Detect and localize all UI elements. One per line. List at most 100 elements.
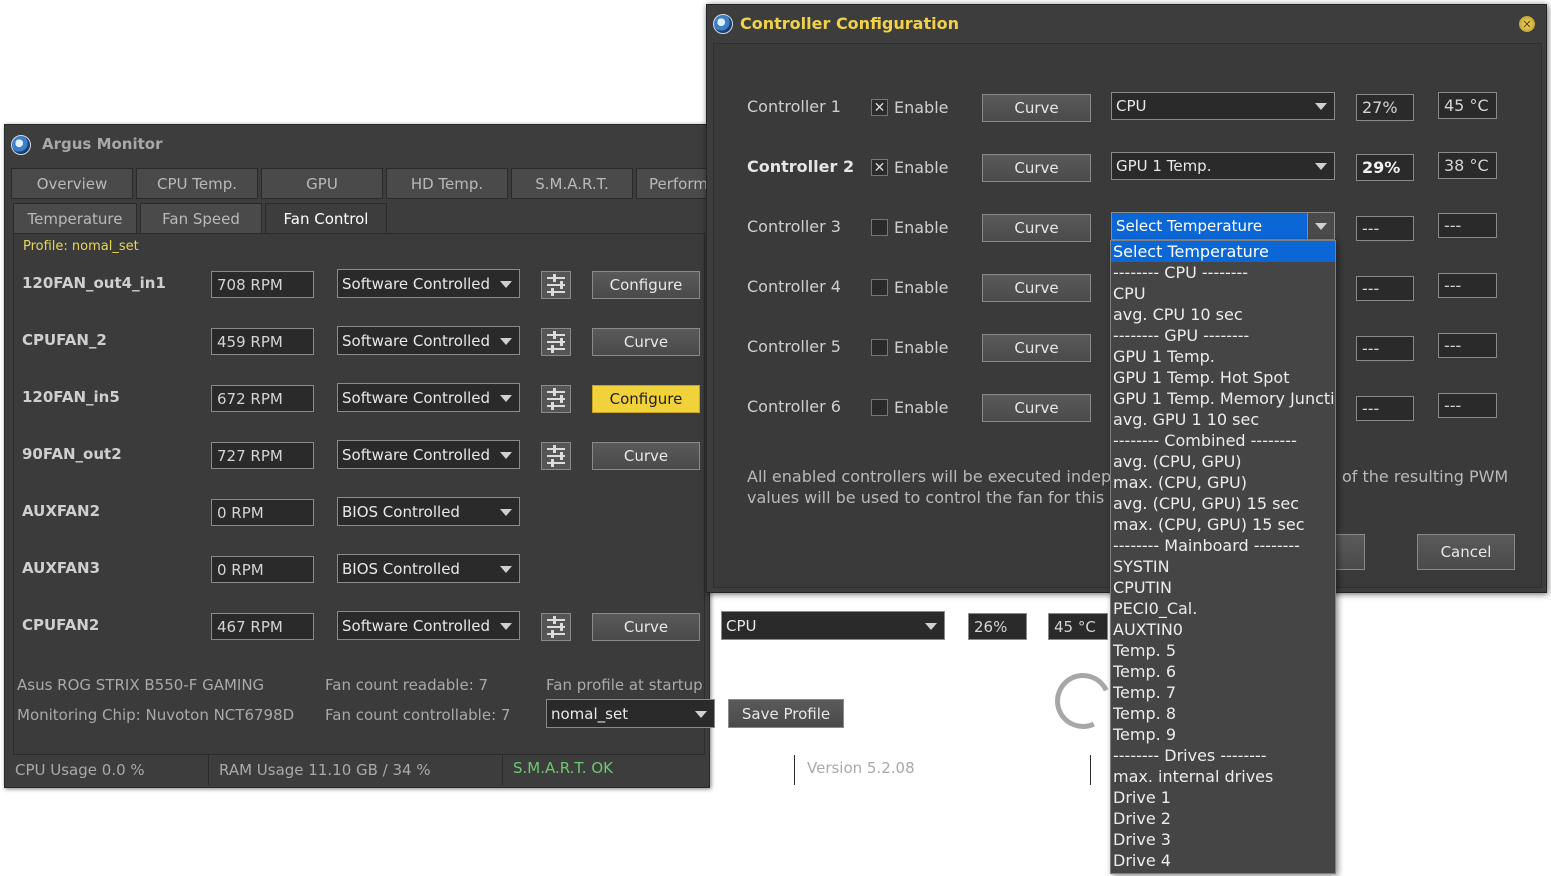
fan-mode-select[interactable]: BIOS Controlled xyxy=(337,554,520,583)
config-window-title: Controller Configuration xyxy=(740,14,959,33)
dropdown-option[interactable]: avg. (CPU, GPU) xyxy=(1111,451,1335,472)
dropdown-option[interactable]: GPU 1 Temp. xyxy=(1111,346,1335,367)
controller-source-value: GPU 1 Temp. xyxy=(1116,157,1212,175)
dropdown-option[interactable]: Temp. 9 xyxy=(1111,724,1335,745)
info-note-line-1: All enabled controllers will be executed… xyxy=(747,467,1142,486)
dropdown-option[interactable]: avg. CPU 10 sec xyxy=(1111,304,1335,325)
fan-mode-select[interactable]: Software Controlled xyxy=(337,383,520,412)
fan-settings-button[interactable] xyxy=(541,328,571,356)
tab-cpu-temp[interactable]: CPU Temp. xyxy=(136,168,258,199)
tab-hd-temp[interactable]: HD Temp. xyxy=(386,168,508,199)
subtab-temperature[interactable]: Temperature xyxy=(13,203,137,234)
dropdown-option[interactable]: CPUTIN xyxy=(1111,577,1335,598)
enable-checkbox-checked[interactable]: ✕ xyxy=(871,99,888,116)
fan-name: 120FAN_out4_in1 xyxy=(22,274,166,292)
fan-mode-value: Software Controlled xyxy=(342,274,491,293)
curve-button[interactable]: Curve xyxy=(982,394,1091,422)
subtab-fan-speed[interactable]: Fan Speed xyxy=(140,203,262,234)
controller-label: Controller 5 xyxy=(747,337,841,356)
cpufan2-source-value: CPU xyxy=(726,616,757,635)
startup-profile-select[interactable]: nomal_set xyxy=(546,699,715,728)
fan-mode-select[interactable]: Software Controlled xyxy=(337,440,520,469)
cancel-button[interactable]: Cancel xyxy=(1417,534,1515,570)
controller-source-select-open[interactable]: Select Temperature xyxy=(1111,212,1335,240)
curve-button[interactable]: Curve xyxy=(982,334,1091,362)
curve-button[interactable]: Curve xyxy=(592,442,700,470)
fan-mode-select[interactable]: Software Controlled xyxy=(337,269,520,298)
dropdown-option[interactable]: AUXTIN0 xyxy=(1111,619,1335,640)
controller-source-select[interactable]: GPU 1 Temp. xyxy=(1111,152,1335,180)
fan-settings-button[interactable] xyxy=(541,613,571,641)
fan-mode-select[interactable]: Software Controlled xyxy=(337,326,520,355)
enable-label: Enable xyxy=(894,338,949,357)
dropdown-option[interactable]: Temp. 8 xyxy=(1111,703,1335,724)
curve-button[interactable]: Curve xyxy=(982,274,1091,302)
controller-label: Controller 3 xyxy=(747,217,841,236)
enable-checkbox[interactable] xyxy=(871,279,888,296)
enable-checkbox[interactable] xyxy=(871,219,888,236)
dropdown-option[interactable]: Drive 1 xyxy=(1111,787,1335,808)
dropdown-option[interactable]: Temp. 6 xyxy=(1111,661,1335,682)
controller-percent: 27% xyxy=(1356,94,1414,121)
dropdown-option[interactable]: Drive 3 xyxy=(1111,829,1335,850)
status-smart-cell: S.M.A.R.T. OK xyxy=(503,755,795,785)
chevron-down-icon xyxy=(500,280,512,288)
dropdown-option[interactable]: max. (CPU, GPU) 15 sec xyxy=(1111,514,1335,535)
controller-temp: --- xyxy=(1438,333,1497,358)
dropdown-option[interactable]: Temp. 7 xyxy=(1111,682,1335,703)
dropdown-option[interactable]: SYSTIN xyxy=(1111,556,1335,577)
dropdown-option[interactable]: Drive 4 xyxy=(1111,850,1335,871)
save-profile-button[interactable]: Save Profile xyxy=(728,699,844,728)
curve-button[interactable]: Curve xyxy=(982,154,1091,182)
curve-button[interactable]: Curve xyxy=(592,328,700,356)
controller-source-select[interactable]: CPU xyxy=(1111,92,1335,120)
enable-checkbox[interactable] xyxy=(871,399,888,416)
fan-settings-button[interactable] xyxy=(541,385,571,413)
fan-settings-button[interactable] xyxy=(541,442,571,470)
dropdown-option[interactable]: max. internal drives xyxy=(1111,766,1335,787)
fan-settings-button[interactable] xyxy=(541,271,571,299)
dropdown-option[interactable]: GPU 1 Temp. Memory Junction xyxy=(1111,388,1335,409)
fan-mode-select[interactable]: BIOS Controlled xyxy=(337,497,520,526)
dropdown-option[interactable]: avg. GPU 1 10 sec xyxy=(1111,409,1335,430)
controller-percent: --- xyxy=(1356,216,1414,241)
tab-gpu[interactable]: GPU xyxy=(261,168,383,199)
dropdown-option-selected[interactable]: Select Temperature xyxy=(1111,241,1335,262)
controller-percent: --- xyxy=(1356,336,1414,361)
argus-swirl-logo-icon xyxy=(1047,665,1119,737)
status-ram-usage: RAM Usage 11.10 GB / 34 % xyxy=(219,761,431,779)
fan-name: CPUFAN_2 xyxy=(22,331,107,349)
dropdown-option[interactable]: GPU 1 Temp. Hot Spot xyxy=(1111,367,1335,388)
tab-smart[interactable]: S.M.A.R.T. xyxy=(511,168,633,199)
status-ram-cell: RAM Usage 11.10 GB / 34 % xyxy=(209,755,503,785)
temperature-source-dropdown[interactable]: Select Temperature -------- CPU --------… xyxy=(1110,240,1336,874)
argus-logo-icon xyxy=(713,14,733,34)
cpufan2-source-select[interactable]: CPU xyxy=(721,611,945,640)
close-icon[interactable]: ✕ xyxy=(1519,16,1535,32)
chevron-down-icon xyxy=(1315,163,1327,170)
fan-rpm: 708 RPM xyxy=(211,271,314,298)
dropdown-option[interactable]: avg. (CPU, GPU) 15 sec xyxy=(1111,493,1335,514)
fan-mode-value: BIOS Controlled xyxy=(342,502,460,521)
tab-overview[interactable]: Overview xyxy=(11,168,133,199)
dropdown-option[interactable]: CPU xyxy=(1111,283,1335,304)
configure-button-highlighted[interactable]: Configure xyxy=(592,385,700,413)
curve-button[interactable]: Curve xyxy=(592,613,700,641)
enable-checkbox-checked[interactable]: ✕ xyxy=(871,159,888,176)
dropdown-option[interactable]: Drive 2 xyxy=(1111,808,1335,829)
curve-button[interactable]: Curve xyxy=(982,214,1091,242)
curve-button[interactable]: Curve xyxy=(982,94,1091,122)
dropdown-option[interactable]: PECI0_Cal. xyxy=(1111,598,1335,619)
dropdown-option[interactable]: max. (CPU, GPU) xyxy=(1111,472,1335,493)
configure-button[interactable]: Configure xyxy=(592,271,700,299)
enable-checkbox[interactable] xyxy=(871,339,888,356)
subtab-fan-control[interactable]: Fan Control xyxy=(265,203,387,234)
controller-percent: --- xyxy=(1356,396,1414,421)
tab-performance[interactable]: Perform xyxy=(636,168,709,199)
dropdown-option[interactable]: Temp. 5 xyxy=(1111,640,1335,661)
fan-count-controllable: Fan count controllable: 7 xyxy=(325,706,511,724)
fan-rpm: 727 RPM xyxy=(211,442,314,469)
controller-temp: --- xyxy=(1438,213,1497,238)
profile-label: Profile: nomal_set xyxy=(23,239,139,254)
fan-mode-select[interactable]: Software Controlled xyxy=(337,611,520,640)
